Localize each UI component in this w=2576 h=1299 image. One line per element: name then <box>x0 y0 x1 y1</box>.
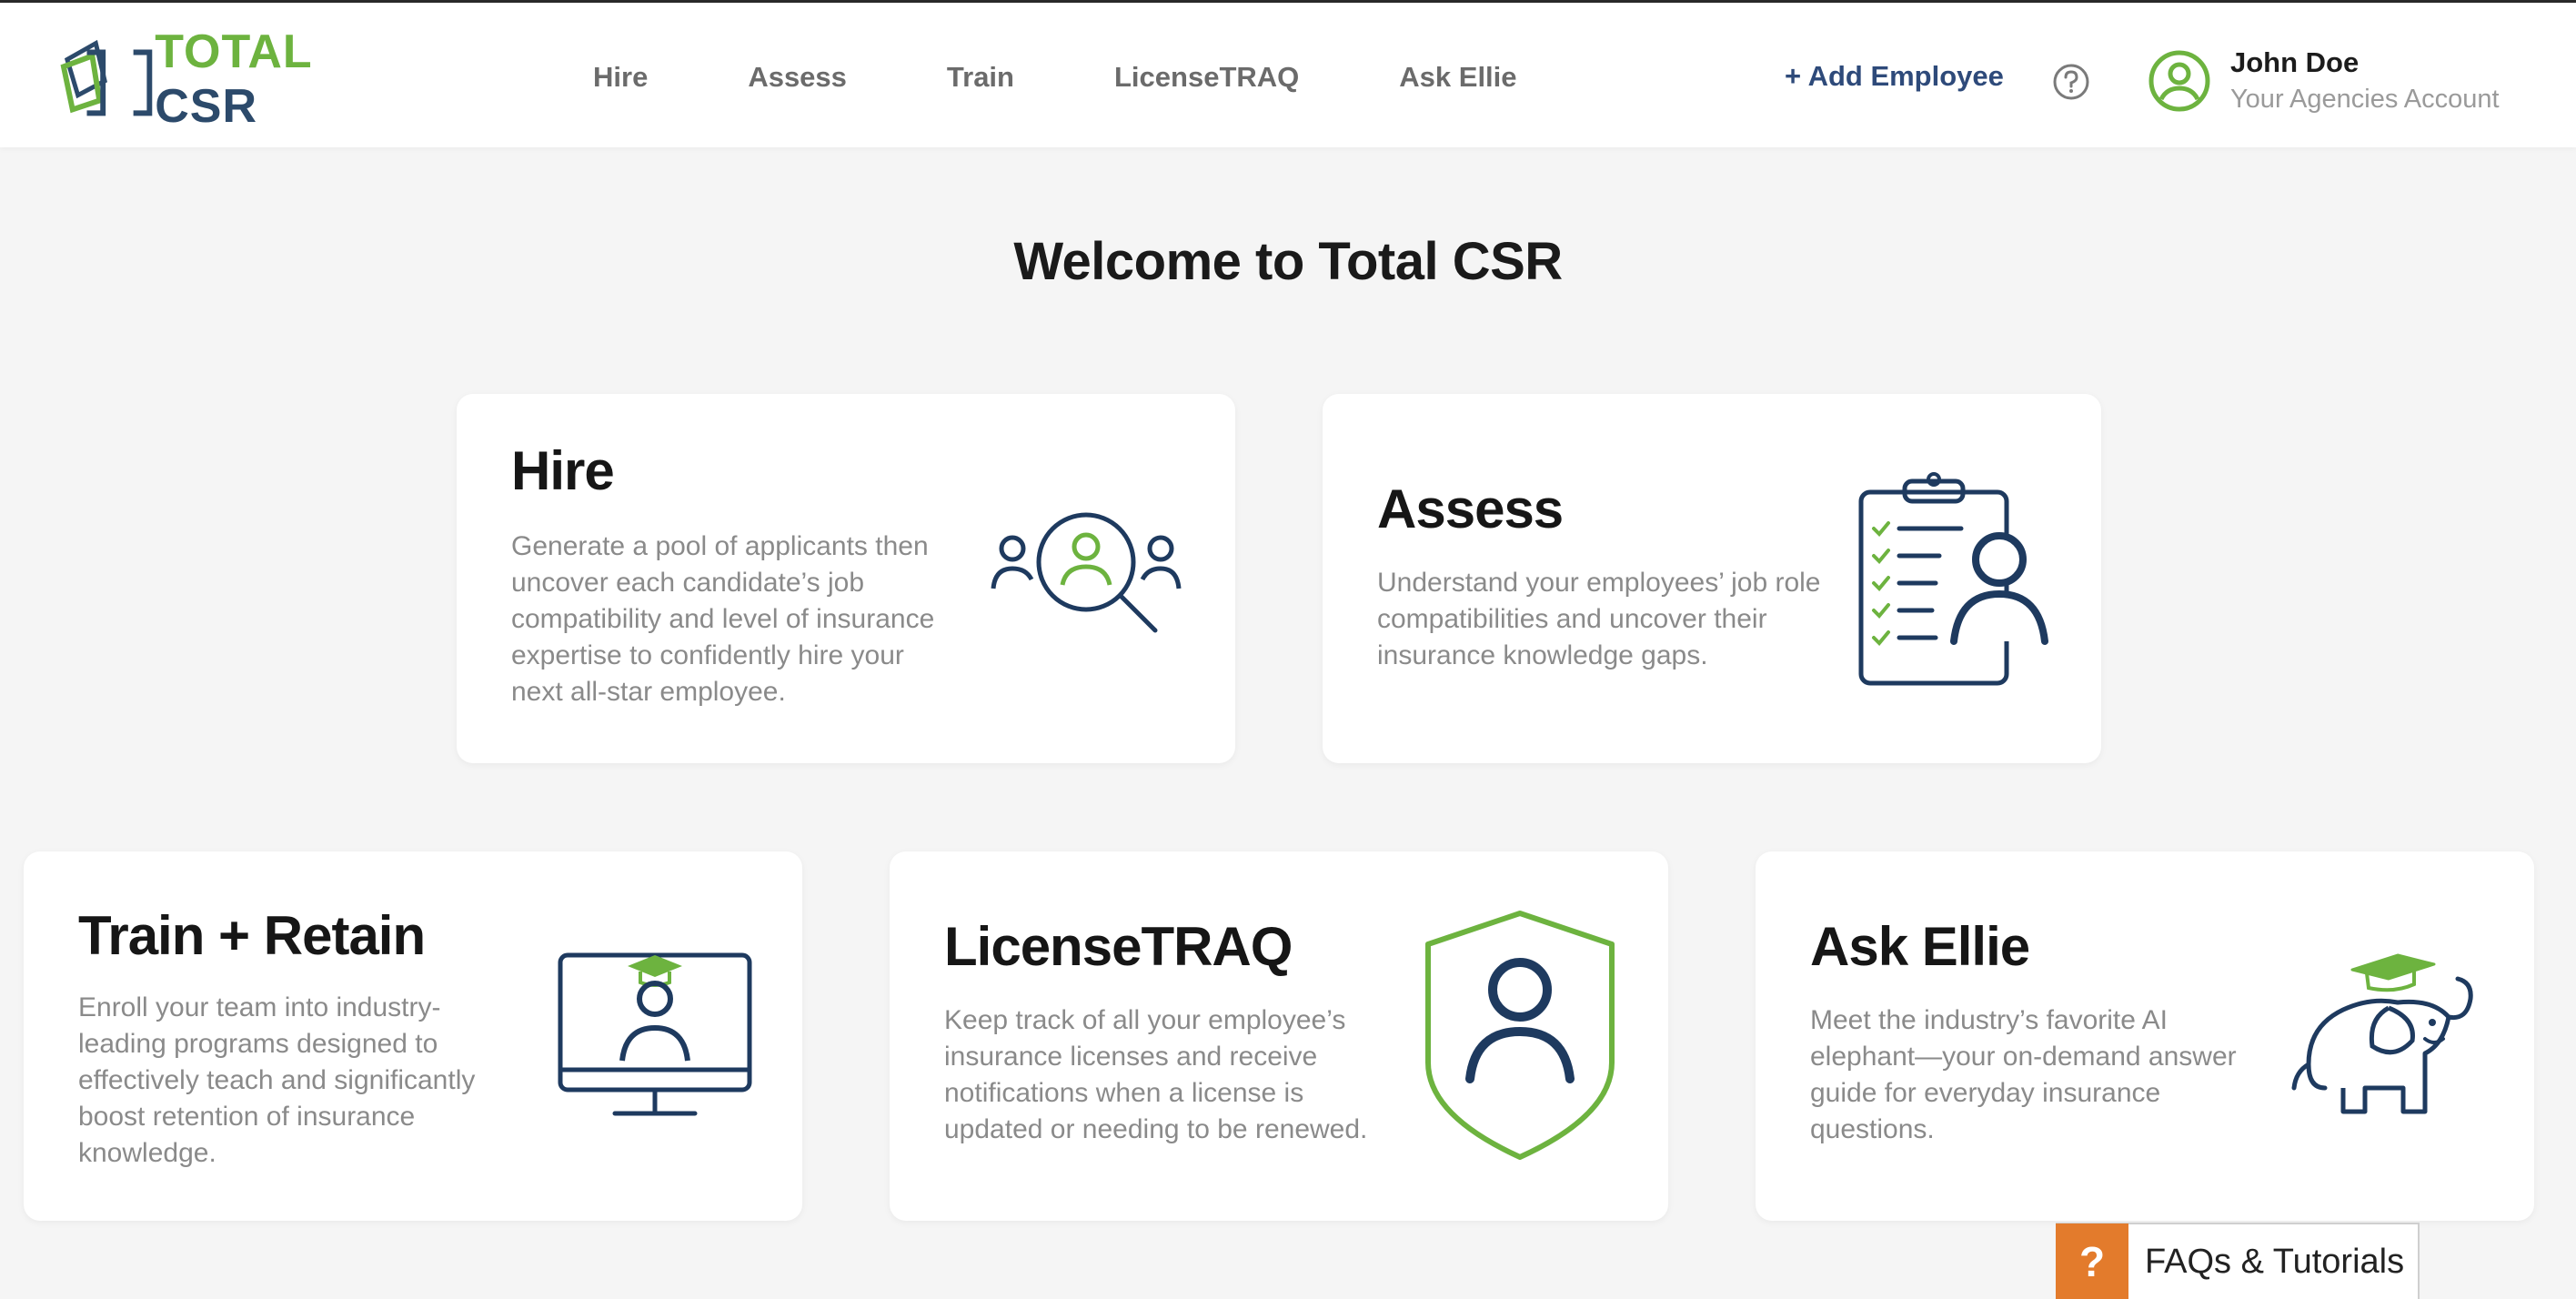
card-description: Keep track of all your employee’s insura… <box>944 1005 1368 1144</box>
card-title: Train + Retain <box>78 905 426 966</box>
card-description: Enroll your team into industry-leading p… <box>78 992 476 1168</box>
card-description: Understand your employees’ job role comp… <box>1377 568 1821 670</box>
logo[interactable]: TOTAL CSR <box>60 25 424 133</box>
shield-user-icon <box>1425 911 1615 1160</box>
nav-ask-ellie[interactable]: Ask Ellie <box>1399 61 1516 106</box>
card-title: Assess <box>1377 478 1564 539</box>
logo-word-csr: CSR <box>155 80 257 133</box>
clipboard-user-icon <box>1858 472 2048 686</box>
card-title: Ask Ellie <box>1810 916 2030 977</box>
logo-word-total: TOTAL <box>155 25 312 78</box>
monitor-graduate-icon <box>558 952 752 1116</box>
logo-mark-icon <box>60 39 153 116</box>
question-mark-icon: ? <box>2056 1223 2128 1299</box>
nav-hire[interactable]: Hire <box>593 61 648 106</box>
elephant-graduate-icon <box>2291 953 2473 1114</box>
faqs-tutorials-button[interactable]: ? FAQs & Tutorials <box>2056 1223 2420 1299</box>
top-header: TOTAL CSR Hire Assess Train LicenseTRAQ … <box>0 3 2576 147</box>
candidate-search-icon <box>991 512 1182 633</box>
nav-train[interactable]: Train <box>947 61 1014 106</box>
add-employee-button[interactable]: + Add Employee <box>1785 60 2004 93</box>
card-title: LicenseTRAQ <box>944 916 1293 977</box>
card-description: Generate a pool of applicants then uncov… <box>511 531 935 707</box>
card-ask-ellie[interactable]: Ask Ellie Meet the industry’s favorite A… <box>1756 851 2534 1221</box>
card-assess[interactable]: Assess Understand your employees’ job ro… <box>1323 394 2101 763</box>
card-title: Hire <box>511 440 615 501</box>
page-title: Welcome to Total CSR <box>1013 232 1563 291</box>
user-name[interactable]: John Doe <box>2230 46 2359 79</box>
user-circle-icon[interactable] <box>2147 48 2212 114</box>
card-hire[interactable]: Hire Generate a pool of applicants then … <box>457 394 1235 763</box>
card-licensetraq[interactable]: LicenseTRAQ Keep track of all your emplo… <box>890 851 1668 1221</box>
card-description: Meet the industry’s favorite AI elephant… <box>1810 1005 2237 1144</box>
nav-assess[interactable]: Assess <box>748 61 847 106</box>
card-train-retain[interactable]: Train + Retain Enroll your team into ind… <box>24 851 802 1221</box>
user-account: Your Agencies Account <box>2230 85 2500 114</box>
main-nav: Hire Assess Train LicenseTRAQ Ask Ellie <box>593 61 1617 106</box>
question-circle-icon[interactable] <box>2052 63 2090 101</box>
faqs-tutorials-label: FAQs & Tutorials <box>2145 1242 2405 1281</box>
nav-licensetraq[interactable]: LicenseTRAQ <box>1114 61 1299 106</box>
